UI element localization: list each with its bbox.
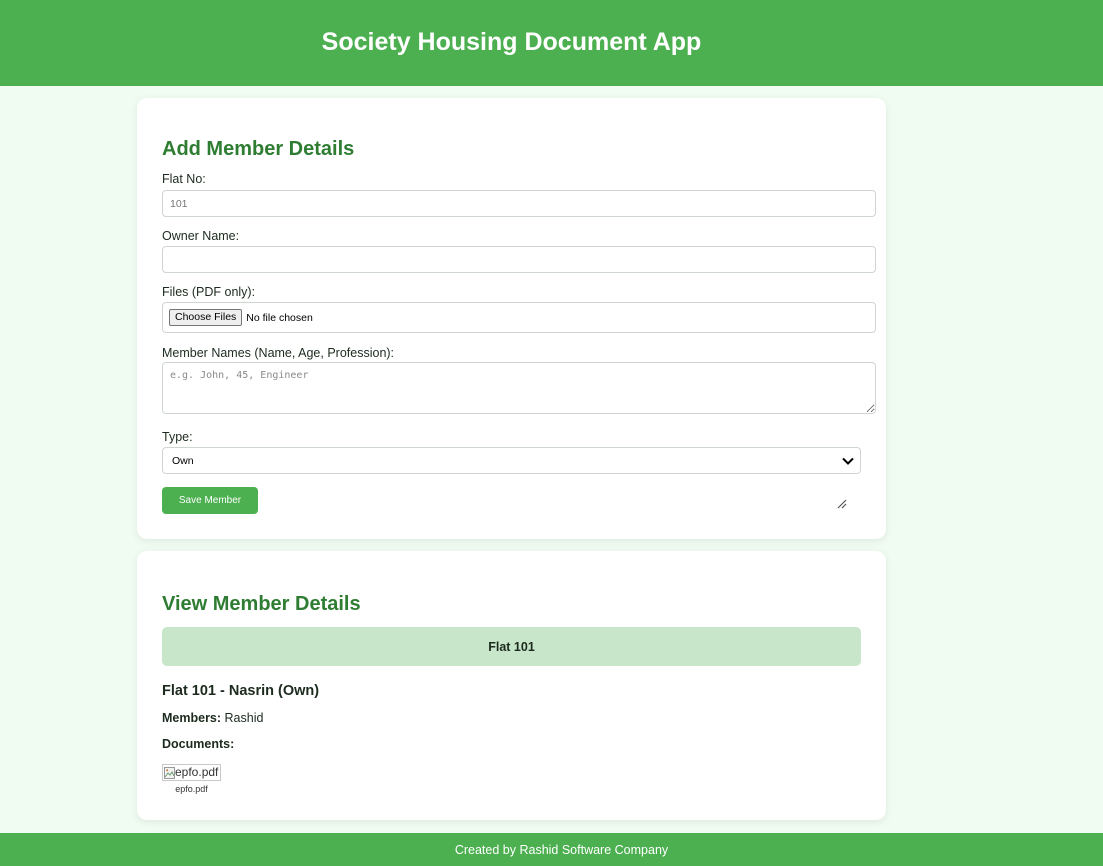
owner-name-input[interactable]	[162, 246, 876, 273]
document-name[interactable]: epfo.pdf	[162, 784, 221, 794]
flat-no-label: Flat No:	[162, 172, 206, 186]
save-member-button[interactable]: Save Member	[162, 487, 258, 514]
flat-entry-title: Flat 101 - Nasrin (Own)	[162, 683, 320, 699]
member-names-textarea[interactable]	[162, 362, 876, 414]
app-header: Society Housing Document App	[0, 0, 1103, 86]
chevron-down-icon	[842, 457, 854, 465]
member-names-label: Member Names (Name, Age, Profession):	[162, 346, 395, 360]
view-member-card: View Member Details Flat 101 Flat 101 - …	[137, 551, 886, 820]
members-label: Members:	[162, 711, 222, 725]
add-member-title: Add Member Details	[162, 138, 355, 160]
file-input[interactable]: Choose Files No file chosen	[162, 302, 876, 333]
broken-image-icon	[164, 766, 175, 779]
document-alt-text: epfo.pdf	[175, 765, 219, 779]
app-title: Society Housing Document App	[321, 28, 702, 56]
documents-row: Documents:	[162, 737, 234, 752]
members-value: Rashid	[224, 711, 264, 725]
file-status: No file chosen	[246, 311, 313, 324]
owner-name-label: Owner Name:	[162, 229, 240, 243]
type-select[interactable]: Own	[162, 447, 861, 474]
flat-no-input[interactable]	[162, 190, 876, 217]
document-thumbnail[interactable]: epfo.pdf	[162, 764, 221, 781]
files-label: Files (PDF only):	[162, 285, 256, 299]
footer-text: Created by Rashid Software Company	[454, 842, 669, 857]
app-footer: Created by Rashid Software Company	[0, 833, 1103, 866]
members-row: Members: Rashid	[162, 711, 263, 726]
choose-files-button[interactable]: Choose Files	[169, 309, 243, 326]
type-select-value: Own	[172, 455, 194, 467]
resize-handle-icon[interactable]	[835, 497, 847, 509]
view-member-title: View Member Details	[162, 593, 361, 615]
documents-label: Documents:	[162, 737, 235, 751]
flat-tab[interactable]: Flat 101	[162, 627, 861, 666]
type-label: Type:	[162, 430, 193, 444]
add-member-card: Add Member Details Flat No: Owner Name: …	[137, 98, 886, 539]
